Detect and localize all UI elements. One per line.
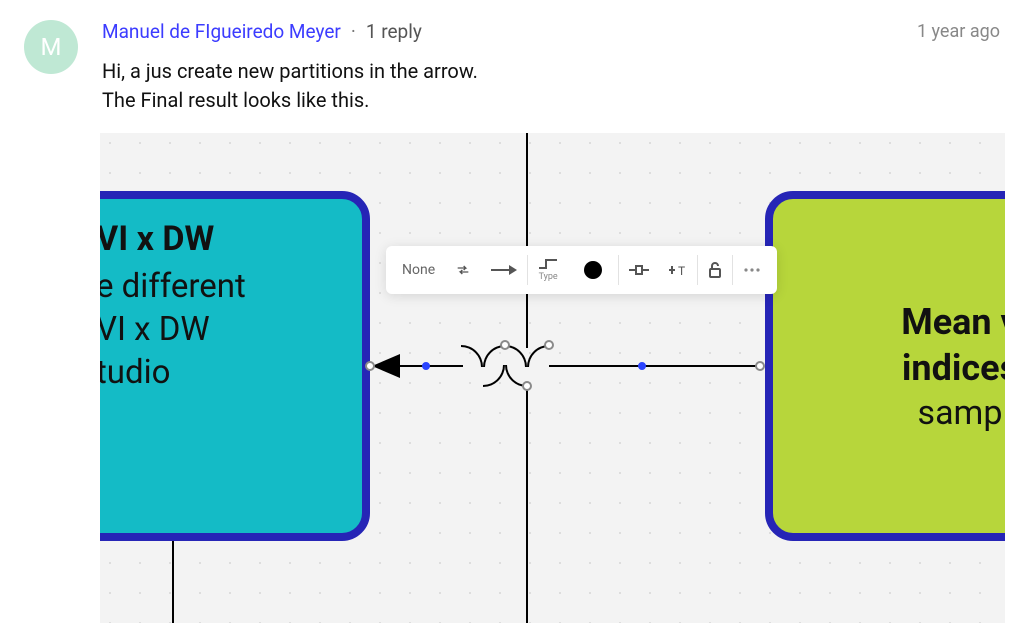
connector-horizontal[interactable] — [398, 365, 463, 367]
connector-handle[interactable] — [365, 361, 375, 371]
partition-button[interactable] — [619, 246, 659, 294]
lock-icon — [708, 262, 722, 278]
arrow-icon — [491, 264, 517, 276]
node-text: e different — [100, 267, 362, 306]
toolbar-sublabel: Type — [539, 272, 558, 282]
post-text-line: The Final result looks like this. — [102, 86, 1000, 115]
author-link[interactable]: Manuel de FIgueiredo Meyer — [102, 20, 341, 43]
more-button[interactable] — [733, 246, 771, 294]
circle-fill-icon — [584, 261, 602, 279]
line-type-button[interactable]: Type — [528, 246, 568, 294]
line-end-arrow[interactable] — [481, 246, 527, 294]
node-text: tudio — [100, 353, 362, 392]
connector-curve — [483, 365, 505, 387]
node-text: indices — [773, 347, 1005, 389]
post-header: Manuel de FIgueiredo Meyer · 1 reply 1 y… — [102, 20, 1000, 43]
swap-ends-button[interactable] — [445, 246, 481, 294]
timestamp: 1 year ago — [917, 21, 1000, 42]
toolbar-label: None — [402, 262, 435, 278]
post-body: Manuel de FIgueiredo Meyer · 1 reply 1 y… — [102, 20, 1000, 133]
line-toolbar: None Type T — [386, 246, 777, 294]
connector-curve — [461, 345, 483, 367]
node-right[interactable]: Mean v indices samp — [765, 191, 1005, 541]
node-text: samp — [773, 393, 1005, 433]
post-text: Hi, a jus create new partitions in the a… — [102, 57, 1000, 115]
add-text-button[interactable]: T — [659, 246, 697, 294]
node-text: Mean v — [773, 301, 1005, 343]
connector-vertical — [526, 383, 528, 623]
connector-handle[interactable] — [522, 381, 532, 391]
node-text: VI x DW — [100, 310, 362, 349]
swap-icon — [455, 262, 471, 278]
connector-vertical — [172, 541, 174, 623]
connector-handle[interactable] — [638, 362, 646, 370]
connector-horizontal[interactable] — [549, 365, 761, 367]
connector-handle[interactable] — [500, 340, 510, 350]
forum-post: M Manuel de FIgueiredo Meyer · 1 reply 1… — [0, 0, 1024, 133]
connector-vertical — [526, 133, 528, 348]
connector-handle[interactable] — [422, 362, 430, 370]
node-text: VI x DW — [100, 219, 362, 259]
lock-button[interactable] — [698, 246, 732, 294]
elbow-icon — [538, 258, 558, 270]
post-text-line: Hi, a jus create new partitions in the a… — [102, 57, 1000, 86]
diagram-canvas[interactable]: VI x DW e different VI x DW tudio Mean v… — [100, 133, 1005, 623]
line-color-button[interactable] — [568, 246, 618, 294]
separator-dot: · — [351, 20, 356, 43]
node-left[interactable]: VI x DW e different VI x DW tudio — [100, 191, 370, 541]
partition-icon — [629, 263, 649, 277]
connector-handle[interactable] — [544, 340, 554, 350]
more-icon — [743, 267, 761, 273]
avatar[interactable]: M — [24, 20, 78, 74]
connector-handle[interactable] — [755, 361, 765, 371]
add-text-icon: T — [669, 263, 687, 277]
arrowhead-icon — [372, 354, 400, 378]
reply-count[interactable]: 1 reply — [366, 20, 422, 43]
line-start-none[interactable]: None — [392, 246, 445, 294]
svg-text:T: T — [678, 264, 685, 277]
